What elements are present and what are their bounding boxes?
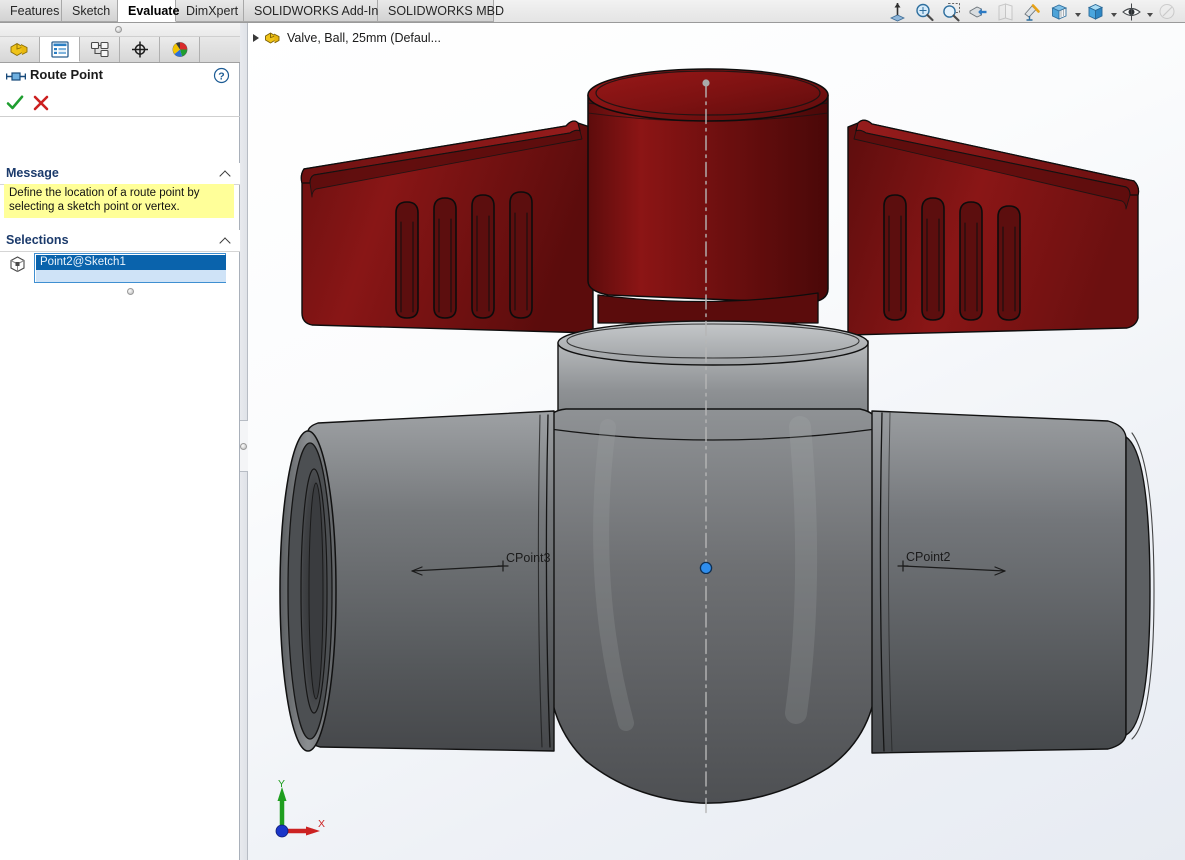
left-property-panel: Route Point ? Message xyxy=(0,23,240,860)
section-view-icon[interactable] xyxy=(965,1,992,23)
previous-view-icon[interactable] xyxy=(938,1,965,23)
hide-show-items-icon[interactable] xyxy=(1046,1,1073,23)
display-manager-tab[interactable] xyxy=(160,37,200,62)
annotation-label-cpoint2: CPoint2 xyxy=(906,550,951,564)
hide-show-items-caret-icon[interactable] xyxy=(1073,1,1082,23)
page-title: Route Point xyxy=(30,67,103,82)
panel-tabs-filler xyxy=(200,37,240,62)
route-point-icon xyxy=(6,70,26,83)
panel-tab-bar xyxy=(0,37,240,63)
configuration-manager-tab[interactable] xyxy=(80,37,120,62)
property-manager-header: Route Point ? xyxy=(0,63,240,91)
centerline-endpoint xyxy=(702,79,709,86)
display-style-caret-icon[interactable] xyxy=(1109,1,1118,23)
apply-scene-icon xyxy=(1154,1,1181,23)
property-manager-action-row xyxy=(0,91,240,117)
view-settings-eye-icon[interactable] xyxy=(1118,1,1145,23)
annotation-label-cpoint3: CPoint3 xyxy=(506,551,551,565)
breadcrumb[interactable]: Valve, Ball, 25mm (Defaul... xyxy=(248,28,441,48)
display-style-flashlight-icon[interactable] xyxy=(1019,1,1046,23)
zoom-to-area-icon[interactable] xyxy=(911,1,938,23)
triad-x-label: X xyxy=(318,818,325,830)
ribbon-tab-dimxpert[interactable]: DimXpert xyxy=(176,0,244,22)
ribbon-tab-bar: Features Sketch Evaluate DimXpert SOLIDW… xyxy=(0,0,1185,23)
help-icon[interactable]: ? xyxy=(213,67,230,87)
ribbon-tab-evaluate[interactable]: Evaluate xyxy=(118,0,176,22)
section-label-selections: Selections xyxy=(6,233,69,247)
ribbon-tab-solidworks-add-ins[interactable]: SOLIDWORKS Add-Ins xyxy=(244,0,378,22)
coordinate-triad: Y X xyxy=(276,778,325,837)
cancel-button[interactable] xyxy=(31,93,51,116)
section-header-message[interactable]: Message xyxy=(0,163,240,185)
breadcrumb-expand-icon[interactable] xyxy=(253,34,259,42)
selection-resize-handle[interactable] xyxy=(127,288,134,295)
chevron-up-icon[interactable] xyxy=(221,237,232,244)
ribbon-tab-sketch[interactable]: Sketch xyxy=(62,0,118,22)
view-toolbar xyxy=(884,0,1181,23)
confirm-button[interactable] xyxy=(5,93,25,116)
selection-item[interactable]: Point2@Sketch1 xyxy=(36,255,226,270)
solidworks-window: Features Sketch Evaluate DimXpert SOLIDW… xyxy=(0,0,1185,860)
vertex-icon xyxy=(8,255,27,277)
part-icon xyxy=(264,30,282,46)
graphics-viewport[interactable]: Valve, Ball, 25mm (Defaul... xyxy=(248,23,1185,860)
splitter-dot-icon[interactable] xyxy=(240,443,247,450)
chevron-up-icon[interactable] xyxy=(221,170,232,177)
breadcrumb-label: Valve, Ball, 25mm (Defaul... xyxy=(287,31,441,45)
selection-empty-row[interactable] xyxy=(36,270,226,282)
svg-text:?: ? xyxy=(218,70,224,82)
selection-list[interactable]: Point2@Sketch1 xyxy=(34,253,226,283)
view-orientation-icon xyxy=(992,1,1019,23)
section-header-selections[interactable]: Selections xyxy=(0,230,240,252)
ribbon-tab-solidworks-mbd[interactable]: SOLIDWORKS MBD xyxy=(378,0,494,22)
triad-y-label: Y xyxy=(278,778,285,790)
panel-pin-row xyxy=(0,23,240,37)
feature-manager-tab[interactable] xyxy=(0,37,40,62)
section-label-message: Message xyxy=(6,166,59,180)
selected-route-point xyxy=(700,562,711,573)
zoom-to-fit-icon[interactable] xyxy=(884,1,911,23)
valve-3d-model[interactable]: CPoint3 CPoint2 Y X xyxy=(248,23,1185,860)
display-style-cube-icon[interactable] xyxy=(1082,1,1109,23)
ribbon-tab-features[interactable]: Features xyxy=(0,0,62,22)
message-text: Define the location of a route point by … xyxy=(4,184,234,218)
dimxpert-manager-tab[interactable] xyxy=(120,37,160,62)
view-settings-caret-icon[interactable] xyxy=(1145,1,1154,23)
panel-collapse-handle[interactable] xyxy=(115,26,122,33)
property-manager-tab[interactable] xyxy=(40,37,80,62)
